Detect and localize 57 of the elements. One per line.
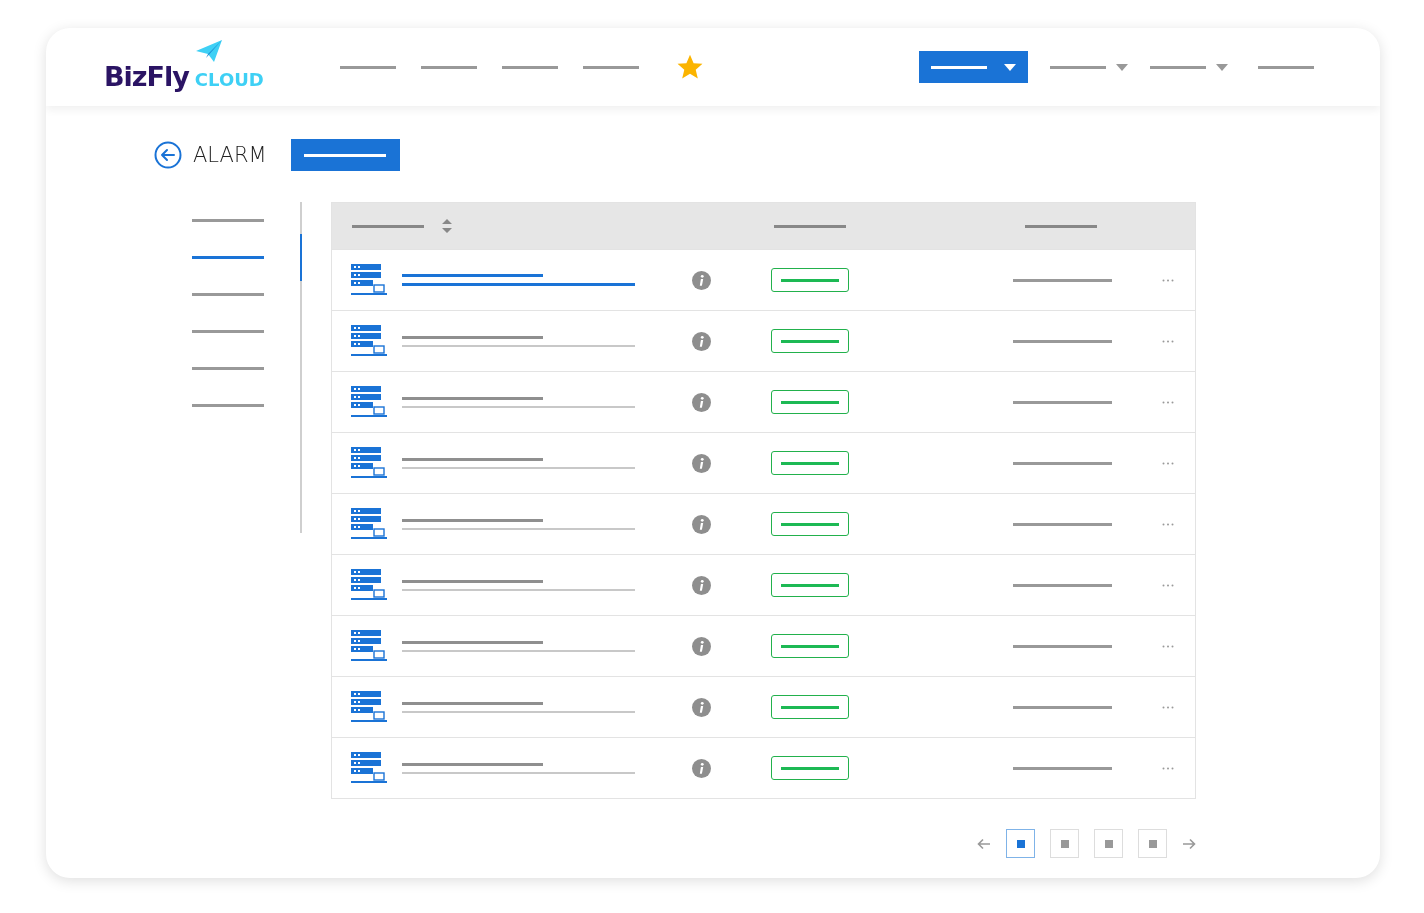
page-title: ALARM [193,143,267,167]
info-icon[interactable] [692,270,711,290]
server-icon [351,386,387,418]
selection-indicator [300,234,302,281]
more-icon[interactable] [1162,766,1174,770]
column-header [1025,224,1097,228]
info-icon[interactable] [692,453,711,473]
more-icon[interactable] [1162,278,1174,282]
server-icon [351,325,387,357]
more-icon[interactable] [1162,644,1174,648]
server-icon [351,630,387,662]
sort-icon[interactable] [442,219,452,233]
server-icon [351,508,387,540]
name-line[interactable] [402,579,543,583]
nav-link[interactable] [502,65,558,69]
name-line[interactable] [402,518,543,522]
server-icon [351,264,387,296]
more-icon[interactable] [1162,339,1174,343]
info-icon[interactable] [692,636,711,656]
column-header [774,224,846,228]
logo-text: BizFly [104,63,189,90]
logo-subtext: CLOUD [194,71,264,89]
column-header[interactable] [352,224,424,228]
menu-dropdown[interactable] [919,51,1028,83]
page-button[interactable] [1006,829,1035,858]
info-icon[interactable] [692,697,711,717]
more-icon[interactable] [1162,522,1174,526]
server-icon [351,691,387,723]
page-button[interactable] [1050,829,1079,858]
page-button[interactable] [1094,829,1123,858]
paper-plane-icon [196,40,222,62]
name-line[interactable] [402,640,543,644]
next-arrow-icon[interactable] [1182,837,1196,850]
name-line[interactable] [402,335,543,339]
server-icon [351,569,387,601]
server-icon [351,752,387,784]
name-line[interactable] [402,457,543,461]
more-icon[interactable] [1162,583,1174,587]
more-icon[interactable] [1162,400,1174,404]
name-line[interactable] [402,762,543,766]
more-icon[interactable] [1162,461,1174,465]
nav-link[interactable] [583,65,639,69]
previous-arrow-icon[interactable] [977,837,991,850]
nav-link[interactable] [340,65,396,69]
server-icon [351,447,387,479]
name-line[interactable] [402,701,543,705]
info-icon[interactable] [692,514,711,534]
name-line[interactable] [402,396,543,400]
info-icon[interactable] [692,331,711,351]
info-icon[interactable] [692,575,711,595]
action-button[interactable] [290,139,400,171]
nav-link[interactable] [421,65,477,69]
info-icon[interactable] [692,392,711,412]
info-icon[interactable] [692,758,711,778]
star-icon[interactable] [676,53,704,81]
more-icon[interactable] [1162,705,1174,709]
page-button[interactable] [1138,829,1167,858]
